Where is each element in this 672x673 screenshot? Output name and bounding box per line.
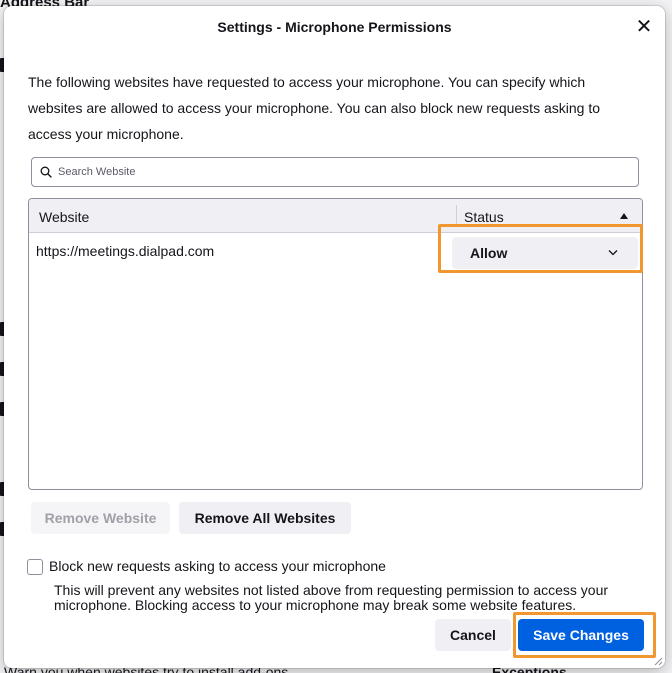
block-requests-help-text: This will prevent any websites not liste… <box>54 582 609 613</box>
search-input[interactable] <box>58 166 618 178</box>
dialog-title: Settings - Microphone Permissions <box>217 19 452 35</box>
search-icon <box>40 166 52 178</box>
search-box[interactable] <box>31 157 639 187</box>
column-divider <box>456 205 457 227</box>
dialog-description: The following websites have requested to… <box>28 74 600 142</box>
dialog-title-bar: Settings - Microphone Permissions ✕ <box>4 6 665 48</box>
block-requests-checkbox[interactable] <box>27 559 43 575</box>
remove-all-websites-button[interactable]: Remove All Websites <box>179 502 351 534</box>
chevron-down-icon <box>608 250 618 256</box>
status-dropdown[interactable]: Allow <box>452 237 638 269</box>
cancel-button[interactable]: Cancel <box>435 619 511 651</box>
microphone-permissions-dialog: Settings - Microphone Permissions ✕ The … <box>4 6 665 668</box>
remove-website-button[interactable]: Remove Website <box>31 502 170 534</box>
close-button[interactable]: ✕ <box>631 14 657 40</box>
row-website: https://meetings.dialpad.com <box>36 243 215 259</box>
status-value: Allow <box>470 245 508 261</box>
resize-grip-icon[interactable] <box>653 656 663 666</box>
save-changes-button[interactable]: Save Changes <box>518 619 644 651</box>
block-requests-label[interactable]: Block new requests asking to access your… <box>49 558 386 574</box>
triangle-up-icon[interactable] <box>619 212 629 220</box>
column-header-website[interactable]: Website <box>39 209 89 225</box>
table-header: Website Status <box>29 199 642 233</box>
column-header-status[interactable]: Status <box>464 209 504 225</box>
table-row[interactable]: https://meetings.dialpad.com Allow <box>29 233 642 271</box>
website-permissions-table: Website Status https://meetings.dialpad.… <box>28 198 643 490</box>
close-icon: ✕ <box>635 16 653 38</box>
